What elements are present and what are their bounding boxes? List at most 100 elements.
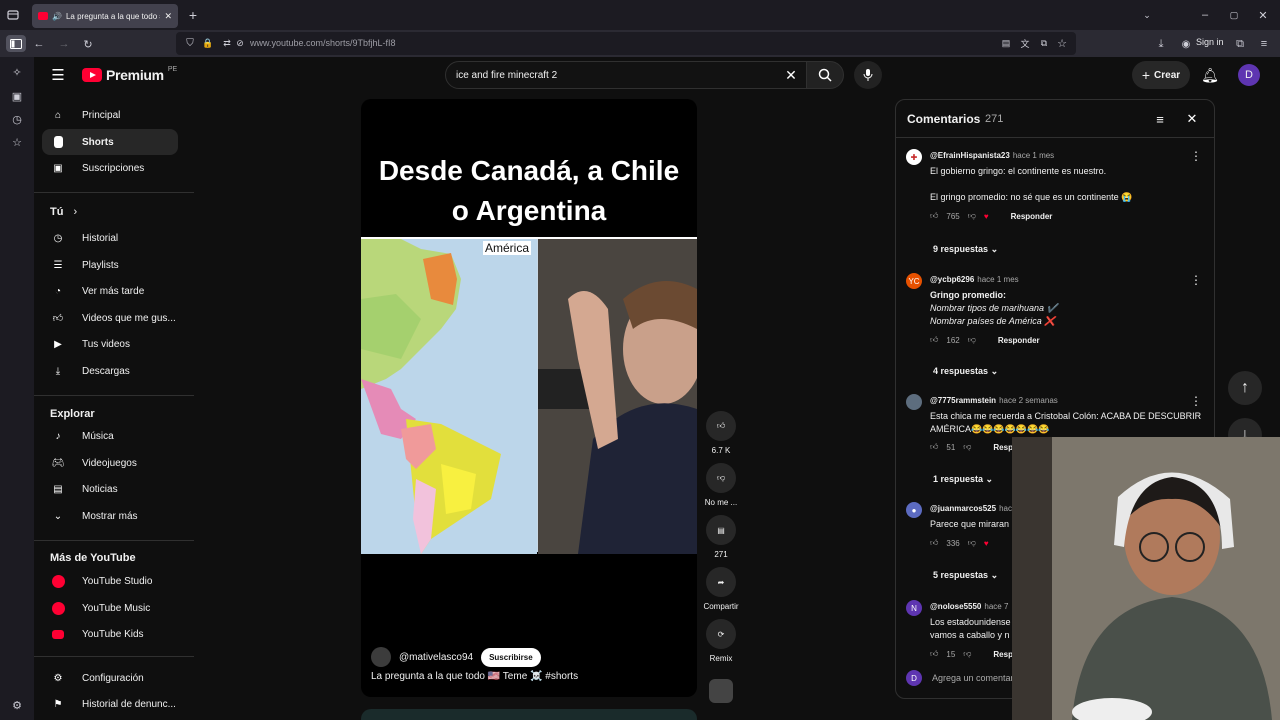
- sidebar-item-musica[interactable]: ♪ Música: [42, 423, 178, 449]
- sidebar-item-configuracion[interactable]: ⚙ Configuración: [42, 665, 178, 691]
- like-icon[interactable]: 👍︎: [930, 442, 938, 452]
- reply-button[interactable]: Resp: [993, 443, 1013, 452]
- sidebar-item-playlists[interactable]: ☰ Playlists: [42, 252, 178, 278]
- sidebar-item-youtube-kids[interactable]: YouTube Kids: [42, 621, 178, 647]
- ai-chat-icon[interactable]: ✧: [10, 65, 24, 79]
- comment-time[interactable]: hace 1 mes: [977, 275, 1018, 284]
- comment-author[interactable]: @ycbp6296: [930, 275, 974, 284]
- remix-action[interactable]: ⟳ Remix: [703, 619, 739, 663]
- comment-author[interactable]: @EfrainHispanista23: [930, 151, 1010, 160]
- more-options-icon[interactable]: ⋮: [1190, 273, 1202, 287]
- close-window-icon[interactable]: ✕: [1256, 8, 1270, 22]
- sidebar-item-ver-mas-tarde[interactable]: ◔ Ver más tarde: [42, 278, 178, 304]
- maximize-icon[interactable]: ▢: [1227, 8, 1241, 22]
- dislike-icon[interactable]: 👎︎: [963, 649, 971, 659]
- downloads-icon[interactable]: ⤓: [1154, 37, 1168, 51]
- like-action[interactable]: 👍︎ 6.7 K: [703, 411, 739, 455]
- audio-playing-icon[interactable]: 🔊: [52, 12, 62, 21]
- dislike-icon[interactable]: 👎︎: [968, 211, 976, 221]
- dislike-icon[interactable]: 👎︎: [968, 538, 976, 548]
- reload-icon[interactable]: ↻: [81, 37, 95, 51]
- channel-avatar[interactable]: [371, 647, 391, 667]
- address-bar[interactable]: ⛉ 🔒 ⇄ ⊘ www.youtube.com/shorts/9TbfjhL-f…: [176, 32, 1076, 55]
- translate-icon[interactable]: 文: [1019, 37, 1031, 49]
- comment-time[interactable]: hace 1 mes: [1013, 151, 1054, 160]
- remix-icon[interactable]: ⟳: [706, 619, 736, 649]
- like-icon[interactable]: 👍︎: [930, 211, 938, 221]
- sidebar-item-historial-denuncias[interactable]: ⚑ Historial de denunc...: [42, 691, 178, 717]
- commenter-avatar[interactable]: ●: [906, 502, 922, 518]
- sidebar-item-youtube-music[interactable]: YouTube Music: [42, 595, 178, 621]
- sign-in-button[interactable]: Sign in: [1196, 37, 1224, 47]
- search-button[interactable]: [806, 61, 844, 89]
- add-comment-input[interactable]: D Agrega un comentar: [906, 670, 1014, 686]
- bookmarks-icon[interactable]: ☆: [10, 135, 24, 149]
- back-icon[interactable]: ←: [32, 37, 46, 51]
- reply-button[interactable]: Resp: [993, 650, 1013, 659]
- clear-search-icon[interactable]: ✕: [784, 67, 798, 83]
- menu-icon[interactable]: ≡: [1257, 37, 1271, 51]
- sidebar-section-you[interactable]: Tú ›: [50, 206, 77, 218]
- commenter-avatar[interactable]: [906, 394, 922, 410]
- hamburger-menu-icon[interactable]: ☰: [50, 67, 66, 84]
- autoplay-blocked-icon[interactable]: ⊘: [234, 37, 246, 49]
- replies-toggle[interactable]: 4 respuestas ⌄: [933, 366, 998, 377]
- create-button[interactable]: + Crear: [1132, 61, 1190, 89]
- comment-author[interactable]: @nolose5550: [930, 602, 981, 611]
- comment-time[interactable]: hace 2 semanas: [999, 396, 1058, 405]
- lock-icon[interactable]: 🔒: [202, 37, 214, 49]
- account-icon[interactable]: ◉: [1180, 37, 1192, 51]
- short-video-player[interactable]: Desde Canadá, a Chile o Argentina Améric…: [361, 99, 697, 697]
- replies-toggle[interactable]: 1 respuesta ⌄: [933, 474, 993, 485]
- customize-sidebar-icon[interactable]: ⚙: [10, 698, 24, 712]
- comment-time[interactable]: hace 7: [984, 602, 1008, 611]
- sidebar-item-principal[interactable]: ⌂ Principal: [42, 102, 178, 128]
- dislike-icon[interactable]: 👎︎: [963, 442, 971, 452]
- sidebar-item-shorts[interactable]: Shorts: [42, 129, 178, 155]
- channel-name[interactable]: @mativelasco94: [399, 652, 473, 663]
- commenter-avatar[interactable]: N: [906, 600, 922, 616]
- share-action[interactable]: ➦ Compartir: [703, 567, 739, 611]
- sidebar-toggle-icon[interactable]: [6, 35, 26, 52]
- replies-toggle[interactable]: 9 respuestas ⌄: [933, 244, 998, 255]
- browser-tab[interactable]: 🔊 La pregunta a la que todo # ✕: [32, 4, 178, 28]
- sidebar-item-youtube-studio[interactable]: YouTube Studio: [42, 568, 178, 594]
- sidebar-item-mostrar-mas[interactable]: ⌄ Mostrar más: [42, 503, 178, 529]
- sound-avatar-action[interactable]: [703, 679, 739, 708]
- dislike-icon[interactable]: 👎︎: [968, 335, 976, 345]
- comments-action[interactable]: ▤ 271: [703, 515, 739, 559]
- extensions-icon[interactable]: ⧉: [1233, 37, 1247, 51]
- share-icon[interactable]: ➦: [706, 567, 736, 597]
- voice-search-button[interactable]: [854, 61, 882, 89]
- comment-time[interactable]: hac: [999, 504, 1012, 513]
- tab-list-icon[interactable]: [6, 8, 20, 22]
- like-icon[interactable]: 👍︎: [930, 649, 938, 659]
- comment-author[interactable]: @juanmarcos525: [930, 504, 996, 513]
- sidebar-item-liked-videos[interactable]: 👍︎ Videos que me gus...: [42, 305, 178, 331]
- tab-overflow-chevron-icon[interactable]: ⌄: [1140, 8, 1154, 22]
- synced-tabs-icon[interactable]: ▣: [10, 89, 24, 103]
- dislike-icon[interactable]: 👎︎: [706, 463, 736, 493]
- sidebar-item-noticias[interactable]: ▤ Noticias: [42, 476, 178, 502]
- commenter-avatar[interactable]: ✚: [906, 149, 922, 165]
- sidebar-item-descargas[interactable]: ⤓ Descargas: [42, 358, 178, 384]
- like-icon[interactable]: 👍︎: [930, 335, 938, 345]
- youtube-premium-logo[interactable]: Premium PE: [82, 66, 177, 83]
- previous-short-button[interactable]: ↑: [1228, 371, 1262, 405]
- comment-icon[interactable]: ▤: [706, 515, 736, 545]
- bookmark-star-icon[interactable]: ☆: [1056, 37, 1068, 50]
- sidebar-item-tus-videos[interactable]: ▶ Tus videos: [42, 331, 178, 357]
- dislike-action[interactable]: 👎︎ No me ...: [703, 463, 739, 507]
- minimize-icon[interactable]: –: [1198, 8, 1212, 22]
- history-icon[interactable]: ◷: [10, 112, 24, 126]
- reply-button[interactable]: Responder: [1011, 212, 1053, 221]
- comment-author[interactable]: @7775rammstein: [930, 396, 996, 405]
- sidebar-item-suscripciones[interactable]: ▣ Suscripciones: [42, 155, 178, 181]
- commenter-avatar[interactable]: YC: [906, 273, 922, 289]
- user-avatar[interactable]: D: [1238, 64, 1260, 86]
- tracking-shield-icon[interactable]: ⛉: [184, 37, 196, 49]
- like-icon[interactable]: 👍︎: [706, 411, 736, 441]
- more-options-icon[interactable]: ⋮: [1190, 149, 1202, 163]
- replies-toggle[interactable]: 5 respuestas ⌄: [933, 570, 998, 581]
- close-tab-icon[interactable]: ✕: [164, 11, 172, 22]
